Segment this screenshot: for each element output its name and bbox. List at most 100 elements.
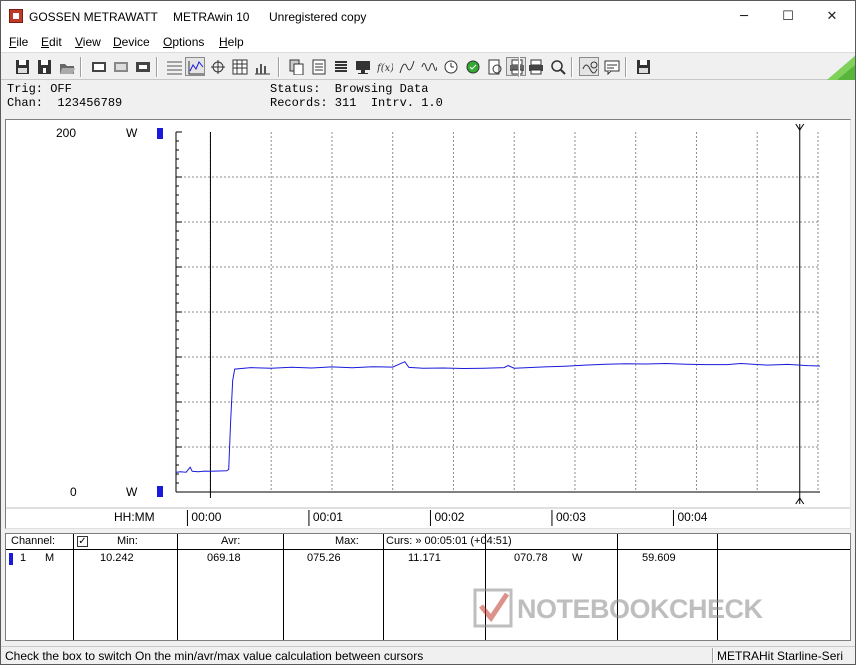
monitor-button[interactable] <box>352 57 372 76</box>
toolbar: f(x) <box>1 52 855 80</box>
watermark: NOTEBOOKCHECK <box>471 584 851 632</box>
y-unit-label: W <box>126 485 138 499</box>
x-tick-label: 00:01 <box>313 510 343 524</box>
save-button[interactable] <box>601 57 621 76</box>
copy-button[interactable] <box>286 57 306 76</box>
comment-icon <box>582 61 598 74</box>
comment-button[interactable] <box>579 57 599 76</box>
zoom-icon <box>529 59 543 75</box>
table-view-button[interactable] <box>229 57 249 76</box>
save-as-button[interactable] <box>633 57 653 76</box>
app-window: GOSSEN METRAWATT METRAwin 10 Unregistere… <box>0 0 856 665</box>
records-text: Records: 311 Intrv. 1.0 <box>270 96 443 110</box>
text-view-icon <box>167 61 182 75</box>
menu-edit[interactable]: Edit <box>41 35 62 49</box>
menu-file[interactable]: File <box>9 35 28 49</box>
column-divider <box>177 534 178 640</box>
column-divider <box>283 534 284 640</box>
column-divider <box>383 534 384 640</box>
menu-help[interactable]: Help <box>219 35 244 49</box>
table-view-icon <box>232 59 248 75</box>
x-tick-label: 00:02 <box>434 510 464 524</box>
print-preview-button[interactable] <box>484 57 504 76</box>
open-folder-button[interactable] <box>56 57 76 76</box>
open-folder-icon <box>60 64 75 74</box>
status-hint: Check the box to switch On the min/avr/m… <box>5 649 424 663</box>
device-disconnect-button[interactable] <box>110 57 130 76</box>
toolbar-separator <box>156 57 158 77</box>
list-button[interactable] <box>330 57 350 76</box>
status-divider <box>712 648 714 663</box>
toolbar-separator <box>518 57 520 77</box>
export-icon <box>312 59 326 75</box>
device-settings-button[interactable] <box>132 57 152 76</box>
zoom-reset-button[interactable] <box>547 57 567 76</box>
waveform-view-button[interactable] <box>185 57 205 76</box>
status-device: METRAHit Starline-Seri <box>717 649 844 663</box>
text-view-button[interactable] <box>163 57 183 76</box>
export-button[interactable] <box>308 57 328 76</box>
close-button[interactable]: ✕ <box>809 1 855 32</box>
header-max: Max: <box>283 534 383 550</box>
resize-corner-icon <box>827 56 855 80</box>
fx-button[interactable]: f(x) <box>374 57 394 76</box>
menu-options[interactable]: Options <box>163 35 204 49</box>
channel-marker-bottom <box>157 486 163 497</box>
header-avr: Avr: <box>177 534 283 550</box>
print-button[interactable] <box>506 57 526 76</box>
cursor-value-3: 59.609 <box>642 552 676 564</box>
trigger-status: Trig: OFF <box>7 82 72 96</box>
menu-device[interactable]: Device <box>113 35 150 49</box>
column-divider <box>73 534 74 640</box>
save-icon <box>604 60 620 75</box>
channel-marker-top <box>157 128 163 139</box>
status-bar: Check the box to switch On the min/avr/m… <box>1 646 855 664</box>
cursor-unit: W <box>572 552 583 564</box>
max-value: 075.26 <box>307 552 341 564</box>
crosshair-button[interactable] <box>207 57 227 76</box>
chart-panel[interactable]: 200 0 W W HH:MM 00:00 00:01 00:02 00:03 00:04 <box>5 119 851 529</box>
title-bar: GOSSEN METRAWATT METRAwin 10 Unregistere… <box>1 1 855 32</box>
print-icon <box>510 59 524 75</box>
histogram-button[interactable] <box>251 57 271 76</box>
minmax-checkbox[interactable]: ✓ <box>77 536 88 547</box>
save-as-icon <box>38 60 51 74</box>
header-channel: Channel: <box>6 534 73 550</box>
status-text: Status: Browsing Data <box>270 82 429 96</box>
channel-list: Chan: 123456789 <box>7 96 123 110</box>
histogram-icon <box>255 64 270 75</box>
save-button[interactable] <box>12 57 32 76</box>
monitor-icon <box>356 61 370 74</box>
svg-text:f(x): f(x) <box>377 63 393 74</box>
save-as-button[interactable] <box>34 57 54 76</box>
copy-icon <box>289 59 304 75</box>
menu-bar: File Edit View Device Options Help <box>1 32 855 52</box>
math-curve-button[interactable] <box>396 57 416 76</box>
trigger-icon <box>466 60 480 74</box>
trigger-button[interactable] <box>462 57 482 76</box>
channel-color-marker <box>9 553 13 565</box>
toolbar-separator <box>80 57 82 77</box>
menu-view[interactable]: View <box>75 35 101 49</box>
title-vendor: GOSSEN METRAWATT <box>29 10 158 24</box>
fx-icon: f(x) <box>377 63 393 74</box>
info-panel: Trig: OFF Chan: 123456789 Status: Browsi… <box>1 81 855 113</box>
waveform-view-icon <box>188 61 204 75</box>
minimize-button[interactable]: ─ <box>721 1 767 32</box>
min-value: 10.242 <box>100 552 134 564</box>
device-connect-button[interactable] <box>88 57 108 76</box>
series-line-1 <box>175 361 821 473</box>
title-registration: Unregistered copy <box>269 10 367 24</box>
y-unit-label: W <box>126 126 138 140</box>
crosshair-icon <box>211 60 225 74</box>
sine-wave-button[interactable] <box>418 57 438 76</box>
clock-button[interactable] <box>440 57 460 76</box>
maximize-button[interactable]: ☐ <box>765 1 811 32</box>
save-icon <box>16 60 29 74</box>
power-chart[interactable]: 200 0 W W HH:MM 00:00 00:01 00:02 00:03 00:04 <box>6 120 850 528</box>
toolbar-separator <box>625 57 627 77</box>
zoom-button[interactable] <box>525 57 545 76</box>
x-tick-label: 00:03 <box>556 510 586 524</box>
list-icon <box>335 61 347 72</box>
save-as-icon <box>637 60 650 74</box>
